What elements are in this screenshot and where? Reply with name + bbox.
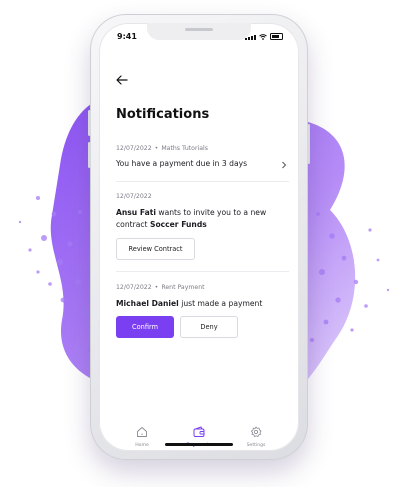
signal-icon xyxy=(245,35,256,40)
notification-message: Ansu Fati wants to invite you to a new c… xyxy=(116,207,286,231)
back-arrow-icon[interactable] xyxy=(116,75,128,85)
page-title: Notifications xyxy=(116,107,210,122)
wifi-icon xyxy=(259,34,267,40)
notification-sender: Ansu Fati xyxy=(116,208,156,217)
wallet-icon xyxy=(193,426,205,437)
contract-name: Soccer Funds xyxy=(149,220,207,229)
tab-settings-label: Settings xyxy=(246,443,266,448)
notification-meta: 12/07/2022 • Rent Payment xyxy=(116,284,205,291)
notification-message: Michael Daniel just made a payment xyxy=(116,298,286,310)
notification-text: just made a payment xyxy=(181,299,263,308)
deny-button[interactable]: Deny xyxy=(180,316,238,338)
volume-button xyxy=(88,110,91,136)
tab-settings[interactable]: Settings xyxy=(231,423,281,448)
status-icons xyxy=(245,33,283,40)
notification-date: 12/07/2022 xyxy=(116,145,152,152)
phone-screen: 9:41 Notifications 12/07/2022 • Maths Tuto… xyxy=(99,23,299,451)
notification-meta: 12/07/2022 • Maths Tutorials xyxy=(116,145,208,152)
confirm-button[interactable]: Confirm xyxy=(116,316,174,338)
notch xyxy=(147,23,251,40)
notification-category: Rent Payment xyxy=(161,284,205,291)
home-indicator xyxy=(165,443,233,446)
home-icon xyxy=(137,427,147,437)
review-contract-button[interactable]: Review Contract xyxy=(116,238,195,260)
phone-frame: 9:41 Notifications 12/07/2022 • Maths Tuto… xyxy=(88,14,310,460)
status-time: 9:41 xyxy=(117,32,137,41)
tab-home-label: Home xyxy=(135,443,149,448)
divider xyxy=(116,181,289,182)
notification-sender: Michael Daniel xyxy=(116,299,179,308)
power-button xyxy=(307,124,310,164)
notification-message: You have a payment due in 3 days xyxy=(116,159,248,168)
tab-bar: Home Payments Settings xyxy=(99,423,299,451)
chevron-right-icon[interactable] xyxy=(281,161,287,169)
notification-date: 12/07/2022 xyxy=(116,284,152,291)
divider xyxy=(116,271,289,272)
gear-icon xyxy=(251,426,262,437)
volume-button xyxy=(88,142,91,168)
tab-home[interactable]: Home xyxy=(117,423,167,448)
notification-date: 12/07/2022 xyxy=(116,193,152,200)
notification-category: Maths Tutorials xyxy=(161,145,208,152)
battery-icon xyxy=(270,33,283,40)
